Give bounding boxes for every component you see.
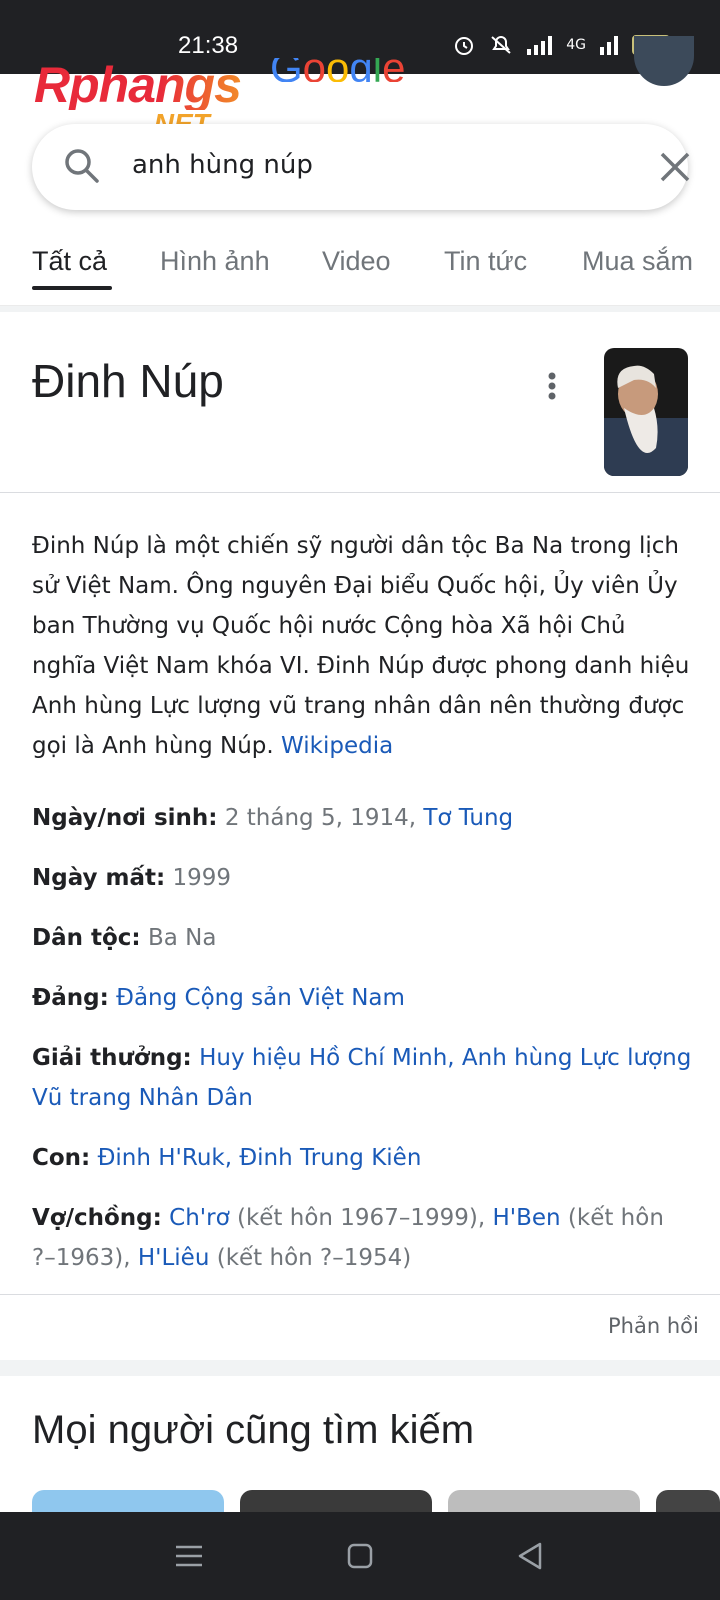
tab-all[interactable]: Tất cả — [32, 246, 107, 277]
alarm-icon — [455, 37, 474, 55]
party-link[interactable]: Đảng Cộng sản Việt Nam — [116, 985, 405, 1011]
children-link[interactable]: Đinh H'Ruk, Đinh Trung Kiên — [98, 1145, 422, 1171]
fact-party: Đảng: Đảng Cộng sản Việt Nam — [32, 978, 692, 1018]
fact-spouse: Vợ/chồng: Ch'rơ (kết hôn 1967–1999), H'B… — [32, 1198, 692, 1278]
home-icon[interactable] — [343, 1540, 377, 1572]
google-logo[interactable]: Google — [270, 58, 405, 82]
menu-icon[interactable] — [172, 1540, 206, 1572]
birthplace-link[interactable]: Tơ Tung — [423, 805, 513, 831]
spouse-note-1: (kết hôn 1967–1999), — [236, 1205, 486, 1231]
tab-shopping[interactable]: Mua sắm — [582, 246, 693, 277]
fact-awards: Giải thưởng: Huy hiệu Hồ Chí Minh, Anh h… — [32, 1038, 692, 1118]
kp-description: Đinh Núp là một chiến sỹ người dân tộc B… — [32, 526, 692, 766]
fact-label: Ngày/nơi sinh: — [32, 805, 218, 831]
active-tab-indicator — [32, 286, 112, 290]
fact-label: Giải thưởng: — [32, 1045, 192, 1071]
mute-icon — [491, 36, 511, 54]
wikipedia-link[interactable]: Wikipedia — [281, 733, 393, 759]
watermark-main: Rphangs — [34, 60, 264, 110]
fact-label: Đảng: — [32, 985, 109, 1011]
fact-children: Con: Đinh H'Ruk, Đinh Trung Kiên — [32, 1138, 692, 1178]
more-options-icon[interactable] — [540, 370, 564, 402]
search-icon[interactable] — [62, 146, 102, 186]
fact-label: Ngày mất: — [32, 865, 166, 891]
clear-icon[interactable] — [656, 148, 694, 186]
spouse-link-2[interactable]: H'Ben — [492, 1205, 560, 1231]
clock: 21:38 — [178, 32, 239, 59]
fact-ethnicity: Dân tộc: Ba Na — [32, 918, 692, 958]
people-also-search-title: Mọi người cũng tìm kiếm — [32, 1408, 475, 1452]
back-icon[interactable] — [514, 1540, 548, 1572]
spouse-link-1[interactable]: Ch'rơ — [169, 1205, 230, 1231]
kp-portrait-image[interactable] — [604, 348, 688, 476]
fact-value: 1999 — [172, 865, 232, 891]
feedback-link[interactable]: Phản hồi — [608, 1314, 699, 1338]
kp-divider — [0, 492, 720, 493]
section-separator — [0, 306, 720, 312]
search-tabs: Tất cả Hình ảnh Video Tin tức Mua sắm — [0, 240, 720, 306]
spouse-note-3: (kết hôn ?–1954) — [216, 1245, 412, 1271]
fact-birth: Ngày/nơi sinh: 2 tháng 5, 1914, Tơ Tung — [32, 798, 692, 838]
search-bar[interactable] — [32, 124, 690, 210]
fact-label: Con: — [32, 1145, 91, 1171]
tab-video[interactable]: Video — [322, 246, 391, 277]
system-nav-bar — [0, 1512, 720, 1600]
spouse-link-3[interactable]: H'Liêu — [138, 1245, 210, 1271]
description-text: Đinh Núp là một chiến sỹ người dân tộc B… — [32, 533, 690, 759]
network-type: 4G — [566, 37, 586, 53]
search-input[interactable] — [132, 150, 612, 180]
kp-title: Đinh Núp — [32, 355, 224, 407]
section-separator-2 — [0, 1360, 720, 1376]
fact-value: Ba Na — [147, 925, 217, 951]
account-avatar[interactable] — [634, 36, 694, 86]
fact-label: Dân tộc: — [32, 925, 141, 951]
feedback-divider — [0, 1294, 720, 1295]
tab-news[interactable]: Tin tức — [444, 246, 527, 277]
fact-value: 2 tháng 5, 1914, — [224, 805, 417, 831]
fact-label: Vợ/chồng: — [32, 1205, 162, 1231]
tab-images[interactable]: Hình ảnh — [160, 246, 270, 277]
signal-icon-2 — [600, 35, 618, 55]
signal-icon — [527, 35, 553, 55]
fact-death: Ngày mất: 1999 — [32, 858, 692, 898]
